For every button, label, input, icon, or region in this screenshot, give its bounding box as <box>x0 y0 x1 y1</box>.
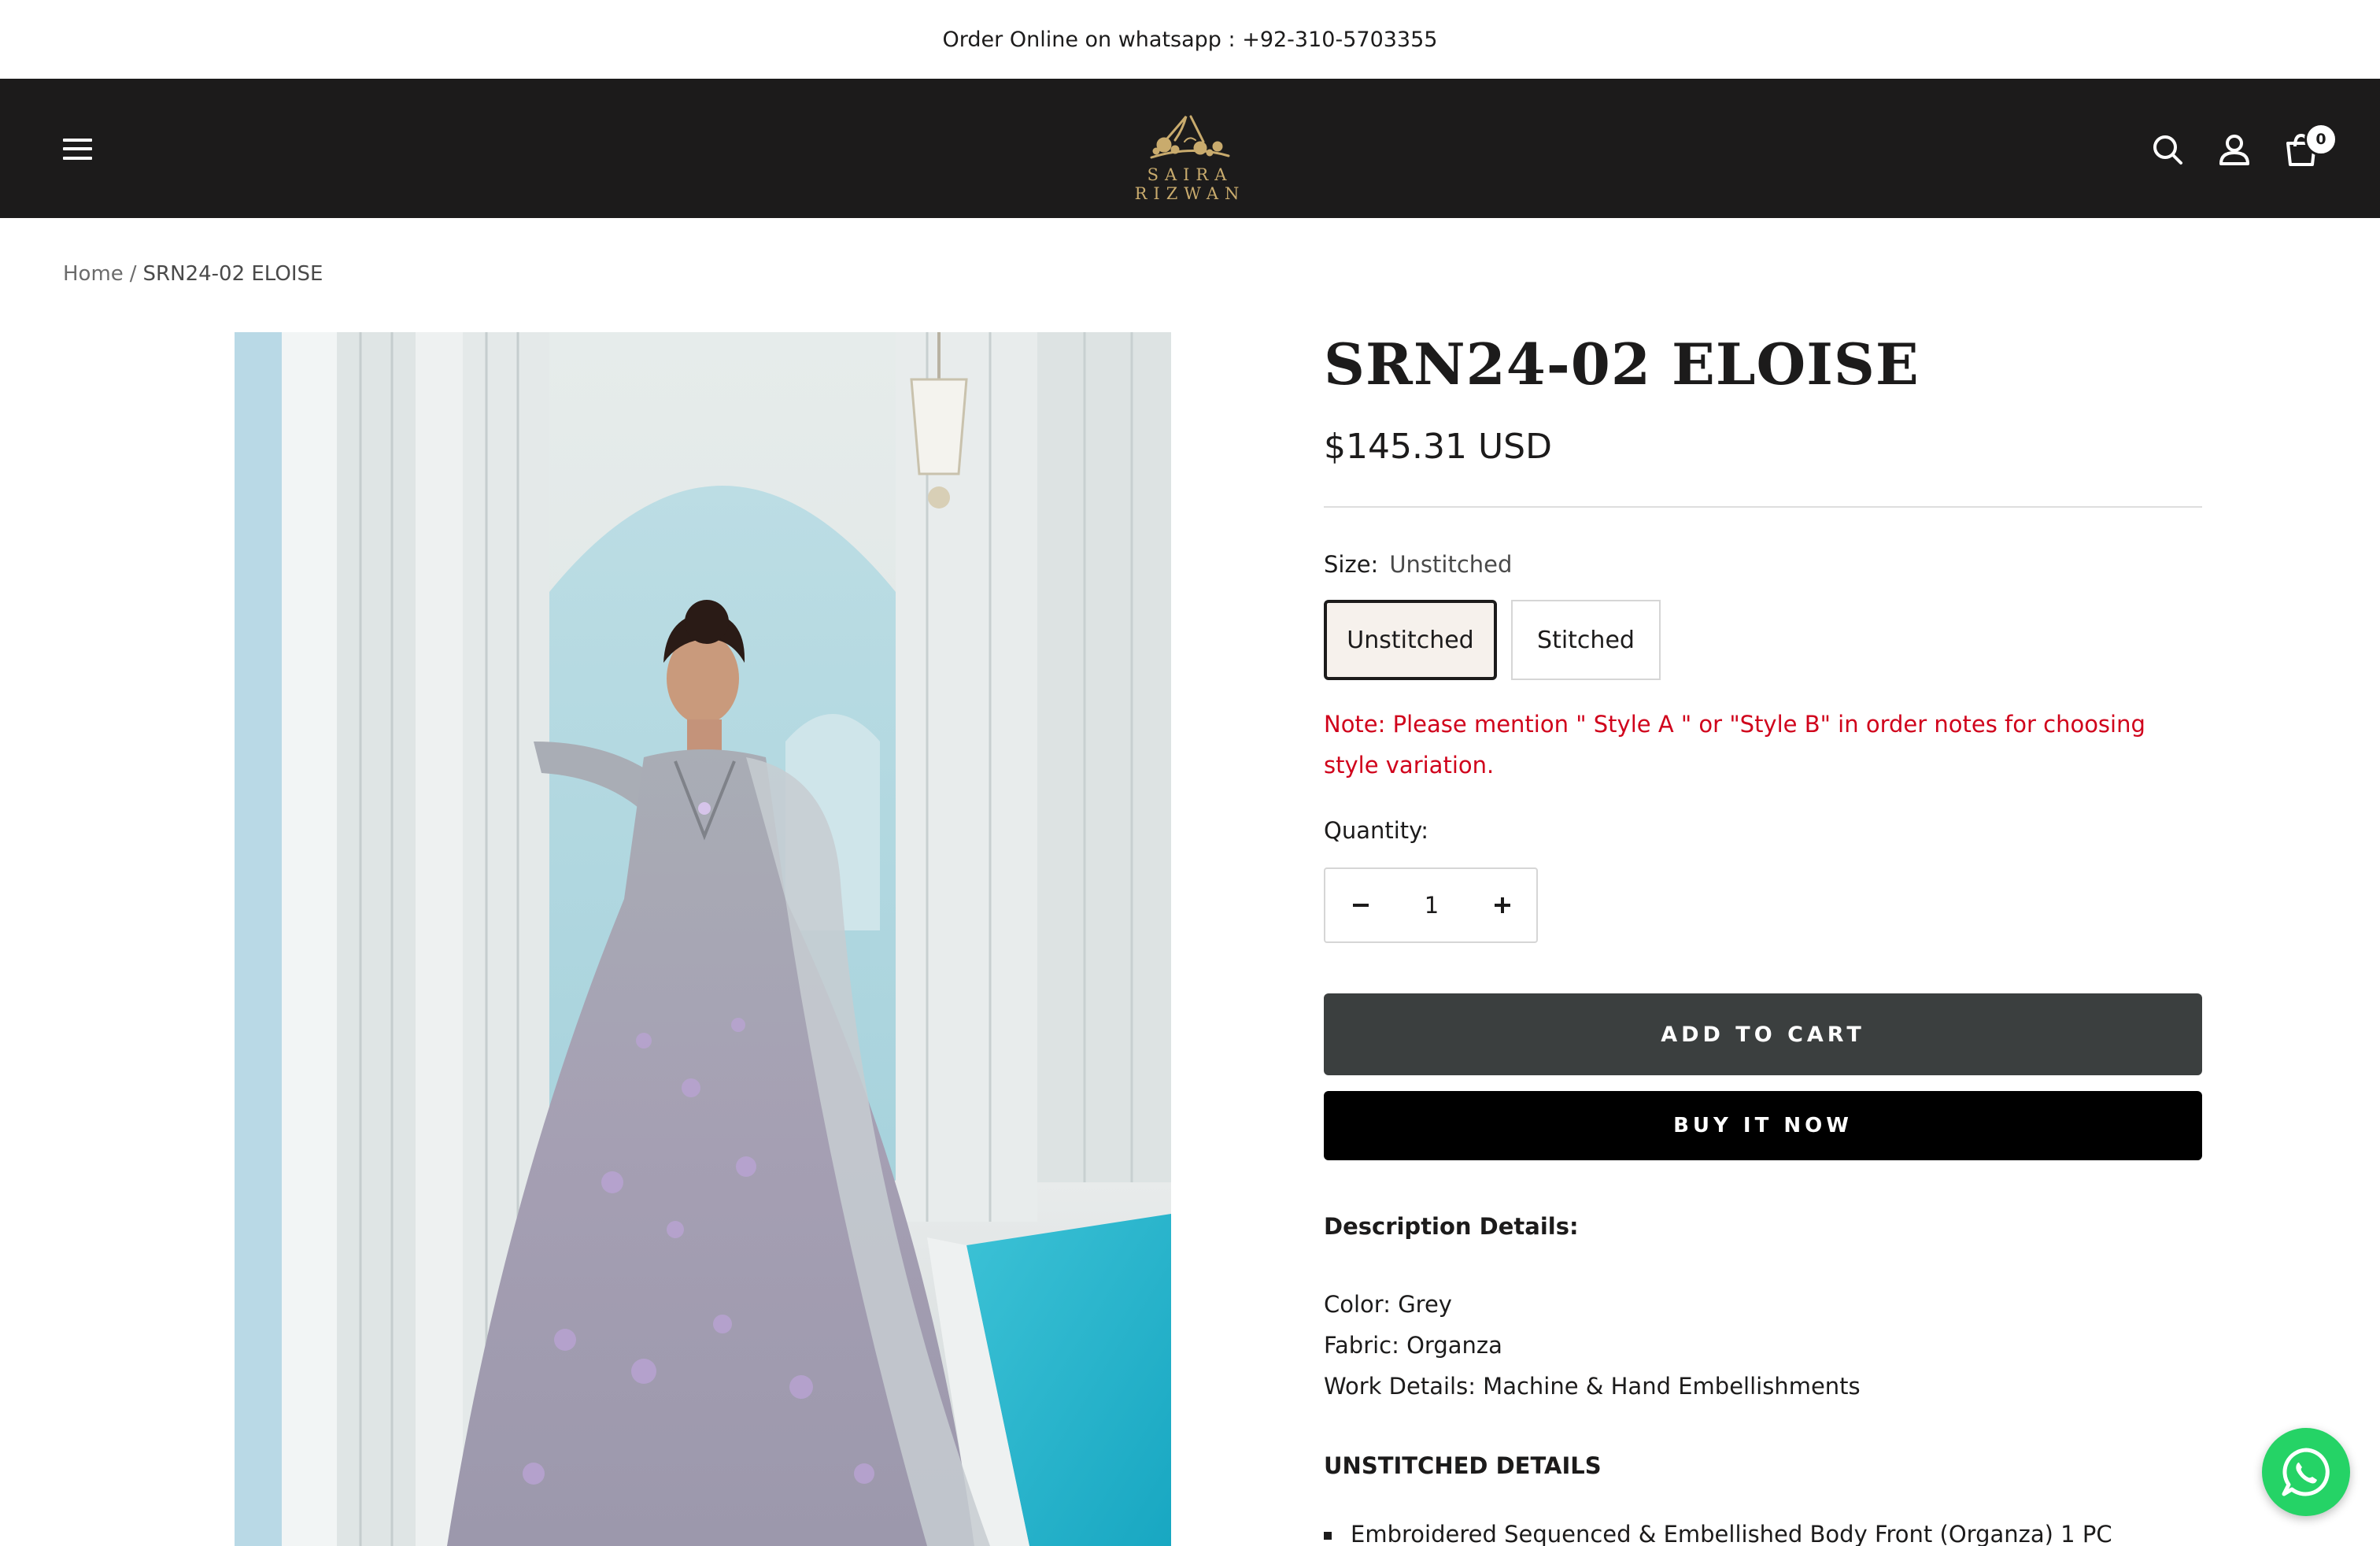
size-selected-value: Unstitched <box>1389 551 1513 578</box>
product-price: $145.31 USD <box>1324 427 1552 467</box>
site-header: SAIRA RIZWAN 0 <box>0 79 2380 218</box>
size-label-text: Size: <box>1324 551 1379 578</box>
breadcrumb: Home / SRN24-02 ELOISE <box>63 262 323 286</box>
logo-text: SAIRA RIZWAN <box>1134 165 1246 203</box>
description-color: Color: Grey <box>1324 1291 1452 1318</box>
whatsapp-icon <box>2282 1448 2330 1496</box>
announcement-text: Order Online on whatsapp : +92-310-57033… <box>942 27 1438 52</box>
add-to-cart-button[interactable]: ADD TO CART <box>1324 993 2202 1075</box>
unstitched-detail-text: Embroidered Sequenced & Embellished Body… <box>1351 1521 2112 1546</box>
description-heading: Description Details: <box>1324 1213 1579 1240</box>
unstitched-detail-item: Embroidered Sequenced & Embellished Body… <box>1324 1521 2112 1546</box>
description-work-details: Work Details: Machine & Hand Embellishme… <box>1324 1373 1861 1400</box>
description-fabric: Fabric: Organza <box>1324 1332 1502 1359</box>
quantity-increase-button[interactable] <box>1467 869 1538 941</box>
breadcrumb-separator: / <box>129 262 137 286</box>
unstitched-details-heading: UNSTITCHED DETAILS <box>1324 1452 1602 1479</box>
breadcrumb-current: SRN24-02 ELOISE <box>142 262 323 286</box>
size-option-unstitched[interactable]: Unstitched <box>1324 600 1497 680</box>
bullet-icon <box>1324 1532 1332 1540</box>
price-divider <box>1324 506 2202 508</box>
account-icon[interactable] <box>2217 132 2252 167</box>
plus-icon <box>1495 897 1510 913</box>
quantity-label: Quantity: <box>1324 817 1428 844</box>
product-title: SRN24-02 ELOISE <box>1324 331 1920 398</box>
buy-it-now-button[interactable]: BUY IT NOW <box>1324 1091 2202 1160</box>
logo-emblem <box>1150 115 1230 159</box>
whatsapp-chat-button[interactable] <box>2262 1428 2350 1516</box>
size-option-stitched[interactable]: Stitched <box>1511 600 1661 680</box>
quantity-stepper: 1 <box>1324 867 1538 943</box>
quantity-input[interactable]: 1 <box>1396 869 1467 941</box>
menu-icon[interactable] <box>63 139 92 160</box>
size-label: Size: Unstitched <box>1324 551 1512 578</box>
cart-count-badge: 0 <box>2304 123 2338 156</box>
quantity-decrease-button[interactable] <box>1325 869 1396 941</box>
product-image[interactable] <box>235 332 1171 1546</box>
style-variation-note: Note: Please mention " Style A " or "Sty… <box>1324 711 2145 779</box>
minus-icon <box>1353 904 1369 907</box>
search-icon[interactable] <box>2150 132 2185 167</box>
breadcrumb-home-link[interactable]: Home <box>63 262 124 286</box>
site-logo[interactable]: SAIRA RIZWAN <box>1090 109 1290 203</box>
announcement-bar: Order Online on whatsapp : +92-310-57033… <box>0 0 2380 79</box>
